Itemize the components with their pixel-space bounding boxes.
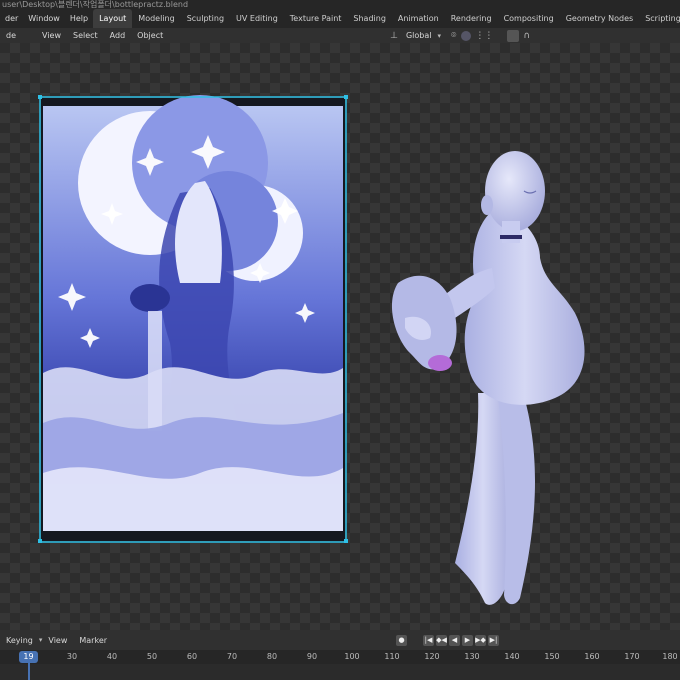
tab-sculpting[interactable]: Sculpting [181,9,230,28]
frame-tick: 170 [624,652,640,661]
jump-start-icon[interactable]: |◀ [423,634,434,646]
viewport-3d[interactable] [0,43,680,630]
tab-uv-editing[interactable]: UV Editing [230,9,284,28]
frame-tick: 40 [106,652,118,661]
pivot-icon[interactable]: ⌾ [451,31,461,41]
frame-tick: 130 [464,652,480,661]
timeline-menu-view[interactable]: View [42,636,73,645]
current-frame-line [28,662,30,680]
snap-icon[interactable] [461,30,472,41]
tab-geometry-nodes[interactable]: Geometry Nodes [560,9,639,28]
top-bar: der Window Help Layout Modeling Sculptin… [0,9,680,28]
menu-object[interactable]: Object [131,31,169,40]
timeline-ruler[interactable]: 19 30 40 50 60 70 80 90 100 110 120 130 … [0,650,680,680]
menu-window[interactable]: Window [23,14,65,23]
frame-ruler [0,650,680,664]
jump-keyframe-back-icon[interactable]: ◆◀ [436,634,447,646]
mode-select[interactable]: de [0,31,22,40]
frame-tick: 150 [544,652,560,661]
snap-target-icon[interactable]: ⋮⋮ [475,31,507,41]
orientation-icon: ⊥ [390,30,398,41]
tab-layout[interactable]: Layout [93,9,133,28]
jump-end-icon[interactable]: ▶| [488,634,499,646]
tab-modeling[interactable]: Modeling [132,9,180,28]
frame-tick: 90 [306,652,318,661]
menu-help[interactable]: Help [65,14,93,23]
proportional-edit-icon[interactable] [507,29,520,42]
timeline-header: Keying ▾ View Marker ● |◀ ◆◀ ◀ ▶ ▶◆ ▶| [0,630,680,650]
frame-tick: 60 [186,652,198,661]
reference-image-plane[interactable] [38,95,348,543]
frame-tick: 100 [344,652,360,661]
current-frame-badge[interactable]: 19 [19,651,38,663]
menu-add[interactable]: Add [104,31,132,40]
frame-tick: 70 [226,652,238,661]
jump-keyframe-forward-icon[interactable]: ▶◆ [475,634,486,646]
tab-compositing[interactable]: Compositing [498,9,560,28]
frame-tick: 50 [146,652,158,661]
tab-rendering[interactable]: Rendering [445,9,498,28]
file-path: user\Desktop\블렌더\작업폴더\bottlepractz.blend [0,0,680,9]
menu-view[interactable]: View [36,31,67,40]
scene-svg [38,95,585,605]
frame-tick: 140 [504,652,520,661]
frame-tick: 180 [662,652,678,661]
record-icon[interactable]: ● [396,634,407,646]
play-reverse-icon[interactable]: ◀ [449,634,460,646]
play-icon[interactable]: ▶ [462,634,473,646]
transform-orientation-select[interactable]: Global [400,31,438,40]
frame-tick: 160 [584,652,600,661]
character-model[interactable] [391,151,585,605]
viewport-header: de View Select Add Object ⊥ Global ▾ ⌾ ⋮… [0,28,680,43]
tab-texture-paint[interactable]: Texture Paint [284,9,348,28]
tab-shading[interactable]: Shading [347,9,392,28]
timeline-menu-marker[interactable]: Marker [73,636,113,645]
frame-tick: 30 [66,652,78,661]
tab-animation[interactable]: Animation [392,9,445,28]
keying-menu[interactable]: Keying [0,636,39,645]
tab-scripting[interactable]: Scripting [639,9,680,28]
chevron-down-icon: ▾ [437,31,441,40]
menu-select[interactable]: Select [67,31,104,40]
frame-tick: 110 [384,652,400,661]
menu-render[interactable]: der [0,14,23,23]
frame-tick: 80 [266,652,278,661]
frame-tick: 120 [424,652,440,661]
falloff-icon[interactable]: ∩ [523,31,680,41]
